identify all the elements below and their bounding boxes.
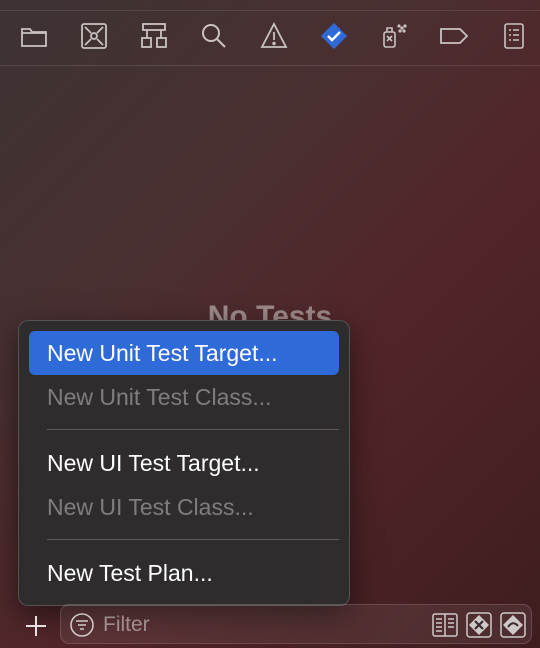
navigator-bottom-bar xyxy=(0,600,540,648)
skipped-tests-filter-icon[interactable] xyxy=(499,611,527,639)
report-icon[interactable] xyxy=(498,20,530,52)
scheme-filter-icon[interactable] xyxy=(431,611,459,639)
menu-item-new-unit-test-class: New Unit Test Class... xyxy=(47,384,272,410)
add-test-context-menu: New Unit Test Target... New Unit Test Cl… xyxy=(18,320,350,606)
hierarchy-icon[interactable] xyxy=(138,20,170,52)
window-top-strip xyxy=(0,0,540,11)
folder-icon[interactable] xyxy=(18,20,50,52)
menu-item-new-ui-test-target[interactable]: New UI Test Target... xyxy=(29,441,339,485)
filter-input[interactable] xyxy=(101,609,405,641)
filter-icon[interactable] xyxy=(69,612,95,638)
debug-spray-icon[interactable] xyxy=(378,20,410,52)
menu-item-new-unit-test-target[interactable]: New Unit Test Target... xyxy=(29,331,339,375)
test-navigator-icon[interactable] xyxy=(318,20,350,52)
filter-field xyxy=(60,604,532,644)
source-control-icon[interactable] xyxy=(78,20,110,52)
navigator-toolbar xyxy=(0,11,540,66)
menu-item-new-test-plan[interactable]: New Test Plan... xyxy=(29,551,339,595)
breakpoint-icon[interactable] xyxy=(438,20,470,52)
menu-item-new-ui-test-class: New UI Test Class... xyxy=(47,494,254,520)
failed-tests-filter-icon[interactable] xyxy=(465,611,493,639)
search-icon[interactable] xyxy=(198,20,230,52)
warning-icon[interactable] xyxy=(258,20,290,52)
menu-separator xyxy=(47,429,339,430)
plus-icon[interactable] xyxy=(20,610,52,642)
menu-separator xyxy=(47,539,339,540)
